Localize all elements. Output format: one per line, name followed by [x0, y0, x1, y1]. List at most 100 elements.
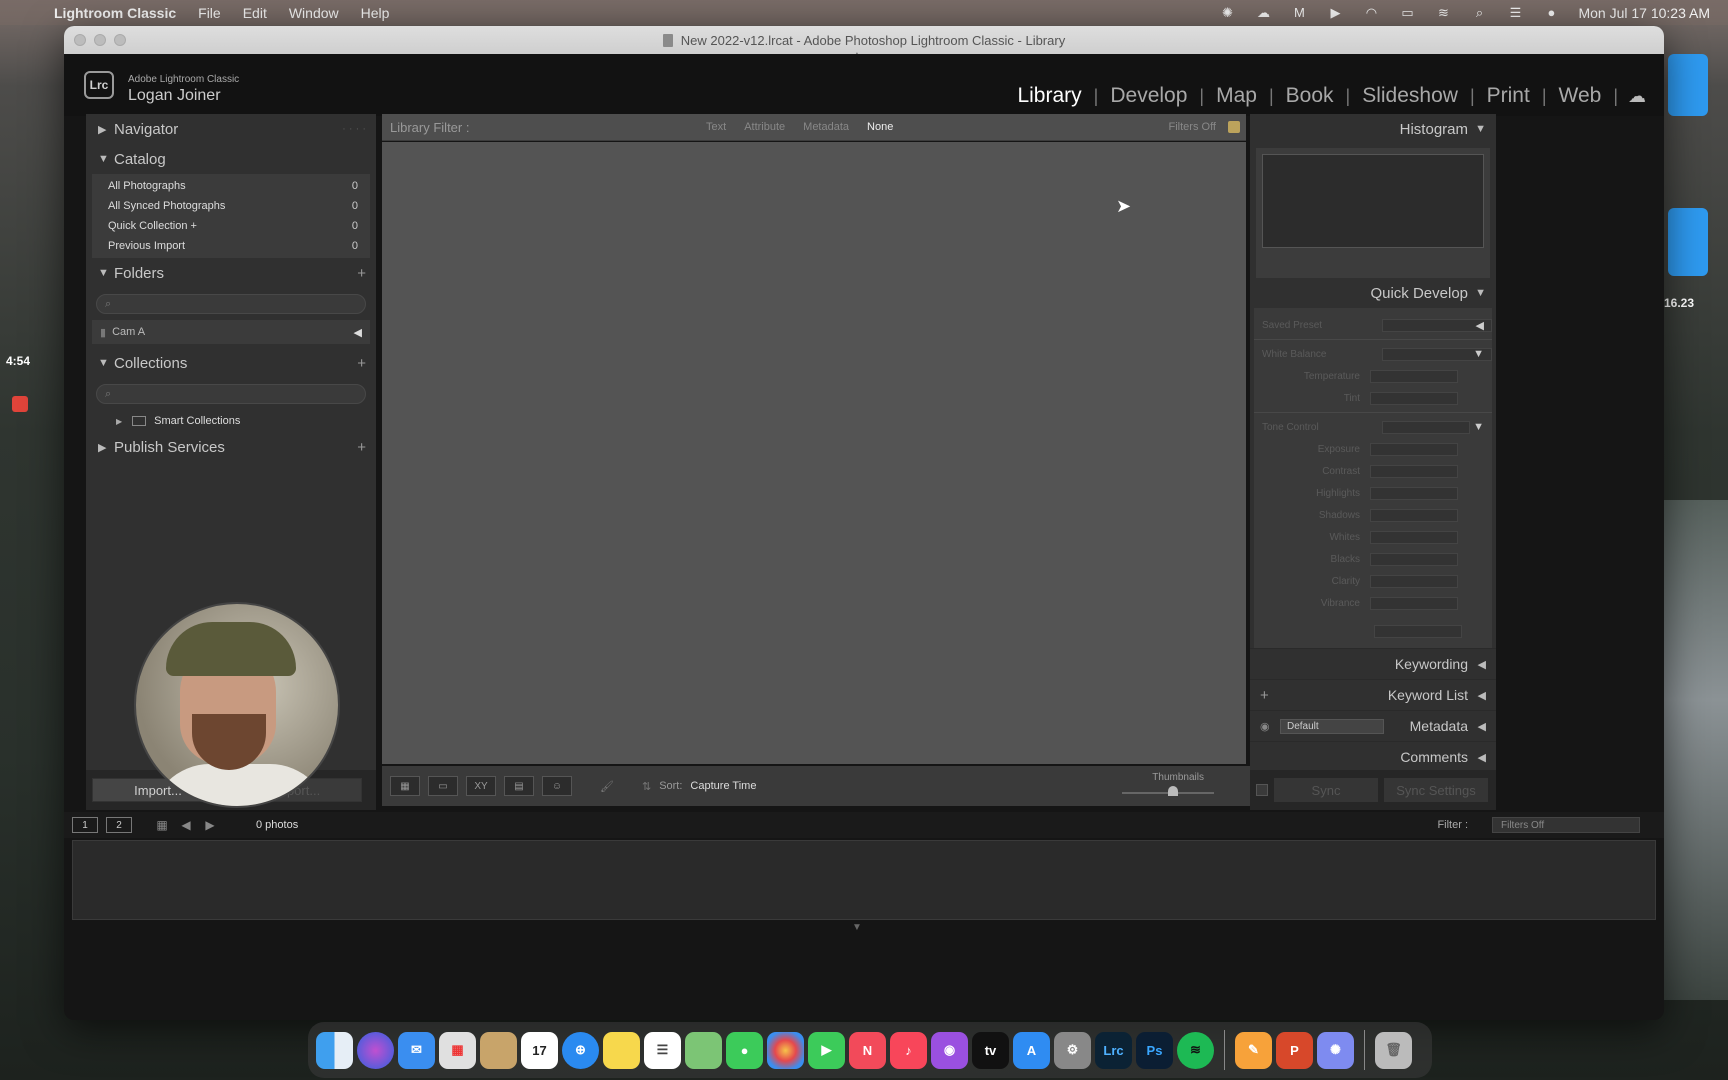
- desktop-folder-icon[interactable]: [1668, 208, 1708, 276]
- podcasts-icon[interactable]: ◉: [931, 1031, 968, 1069]
- catalog-header[interactable]: ▼ Catalog: [86, 144, 376, 174]
- collections-header[interactable]: ▼ Collections +: [86, 348, 376, 378]
- sunburst-app-icon[interactable]: ✺: [1317, 1031, 1354, 1069]
- lightroom-icon[interactable]: Lrc: [1095, 1031, 1132, 1069]
- catalog-row[interactable]: All Photographs 0: [92, 176, 370, 196]
- exposure-stepper[interactable]: [1370, 442, 1458, 456]
- metadata-header[interactable]: ◉ Default Metadata ◀: [1250, 710, 1496, 741]
- navigator-header[interactable]: ▶ Navigator · · · ·: [86, 114, 376, 144]
- contacts-icon[interactable]: [480, 1031, 517, 1069]
- siri-icon[interactable]: [357, 1031, 394, 1069]
- module-web[interactable]: Web: [1547, 84, 1614, 108]
- brightness-icon[interactable]: ✺: [1218, 5, 1236, 21]
- wifi-icon[interactable]: ≋: [1434, 5, 1452, 21]
- filmstrip[interactable]: [72, 840, 1656, 920]
- photoshop-icon[interactable]: Ps: [1136, 1031, 1173, 1069]
- temperature-stepper[interactable]: [1370, 369, 1458, 383]
- bottom-panel-toggle-icon[interactable]: ▼: [852, 922, 862, 933]
- contrast-stepper[interactable]: [1370, 464, 1458, 478]
- keyword-list-header[interactable]: + Keyword List ◀: [1250, 679, 1496, 710]
- spotify-icon[interactable]: ≋: [1177, 1031, 1214, 1069]
- sort-select[interactable]: Capture Time: [690, 780, 756, 792]
- add-keyword-icon[interactable]: +: [1260, 687, 1269, 704]
- filter-text[interactable]: Text: [706, 121, 726, 133]
- smart-collections-row[interactable]: ▶ Smart Collections: [86, 410, 376, 432]
- module-develop[interactable]: Develop: [1098, 84, 1199, 108]
- blacks-stepper[interactable]: [1370, 552, 1458, 566]
- filter-none[interactable]: None: [867, 121, 893, 133]
- module-library[interactable]: Library: [1005, 84, 1093, 108]
- loupe-view-button[interactable]: ▭: [428, 776, 458, 796]
- record-indicator[interactable]: [12, 396, 28, 412]
- finder-icon[interactable]: [316, 1031, 353, 1069]
- maps-icon[interactable]: [685, 1031, 722, 1069]
- add-collection-icon[interactable]: +: [357, 355, 366, 372]
- publish-services-header[interactable]: ▶ Publish Services +: [86, 432, 376, 462]
- folders-header[interactable]: ▼ Folders +: [86, 258, 376, 288]
- menu-edit[interactable]: Edit: [243, 5, 267, 21]
- appletv-icon[interactable]: tv: [972, 1031, 1009, 1069]
- battery-icon[interactable]: ▭: [1398, 5, 1416, 21]
- control-center-icon[interactable]: ☰: [1506, 5, 1524, 21]
- notes-icon[interactable]: [603, 1031, 640, 1069]
- menubar-clock[interactable]: Mon Jul 17 10:23 AM: [1578, 5, 1710, 21]
- malwarebytes-icon[interactable]: M: [1290, 5, 1308, 20]
- whites-stepper[interactable]: [1370, 530, 1458, 544]
- back-arrow-icon[interactable]: ◀: [178, 818, 194, 832]
- people-view-button[interactable]: ☺: [542, 776, 572, 796]
- desktop-folder-icon[interactable]: [1668, 54, 1708, 116]
- headphones-icon[interactable]: ◠: [1362, 5, 1380, 21]
- keywording-header[interactable]: Keywording ◀: [1250, 648, 1496, 679]
- menu-file[interactable]: File: [198, 5, 221, 21]
- cloud-sync-icon[interactable]: ☁: [1254, 5, 1272, 21]
- safari-icon[interactable]: ⊕: [562, 1031, 599, 1069]
- minimize-button[interactable]: [94, 34, 106, 46]
- messages-icon[interactable]: ●: [726, 1031, 763, 1069]
- app-store-icon[interactable]: A: [1013, 1031, 1050, 1069]
- folder-search-input[interactable]: ⌕: [96, 294, 366, 314]
- histogram-header[interactable]: Histogram ▼: [1250, 114, 1496, 144]
- siri-icon[interactable]: ●: [1542, 5, 1560, 20]
- grid-view-button[interactable]: ▦: [390, 776, 420, 796]
- sync-button[interactable]: Sync: [1274, 778, 1378, 802]
- spray-can-icon[interactable]: 🖌: [600, 780, 614, 793]
- catalog-row[interactable]: All Synced Photographs 0: [92, 196, 370, 216]
- highlights-stepper[interactable]: [1370, 486, 1458, 500]
- module-print[interactable]: Print: [1475, 84, 1542, 108]
- grid-icon[interactable]: ▦: [154, 818, 170, 832]
- collection-search-input[interactable]: ⌕: [96, 384, 366, 404]
- menu-app-name[interactable]: Lightroom Classic: [54, 5, 176, 21]
- tint-stepper[interactable]: [1370, 391, 1458, 405]
- eye-icon[interactable]: ◉: [1260, 720, 1270, 733]
- quick-develop-header[interactable]: Quick Develop ▼: [1250, 278, 1496, 308]
- second-window-button[interactable]: 2: [106, 817, 132, 833]
- folder-volume[interactable]: ▮ Cam A ◀: [92, 320, 370, 344]
- compare-view-button[interactable]: XY: [466, 776, 496, 796]
- auto-sync-toggle[interactable]: [1256, 784, 1268, 796]
- system-settings-icon[interactable]: ⚙: [1054, 1031, 1091, 1069]
- vibrance-stepper[interactable]: [1370, 596, 1458, 610]
- comments-header[interactable]: Comments ◀: [1250, 741, 1496, 772]
- search-icon[interactable]: ⌕: [1470, 5, 1488, 21]
- module-slideshow[interactable]: Slideshow: [1350, 84, 1470, 108]
- filter-preset[interactable]: Filters Off: [1169, 121, 1216, 133]
- cloud-icon[interactable]: ☁: [1628, 86, 1646, 107]
- filter-metadata[interactable]: Metadata: [803, 121, 849, 133]
- powerpoint-icon[interactable]: P: [1276, 1031, 1313, 1069]
- add-publish-icon[interactable]: +: [357, 439, 366, 456]
- catalog-row[interactable]: Previous Import 0: [92, 236, 370, 256]
- facetime-icon[interactable]: ▶: [808, 1031, 845, 1069]
- news-icon[interactable]: N: [849, 1031, 886, 1069]
- forward-arrow-icon[interactable]: ▶: [202, 818, 218, 832]
- photos-icon[interactable]: [767, 1031, 804, 1069]
- main-window-button[interactable]: 1: [72, 817, 98, 833]
- add-folder-icon[interactable]: +: [357, 265, 366, 282]
- play-icon[interactable]: ▶: [1326, 5, 1344, 21]
- clarity-stepper[interactable]: [1370, 574, 1458, 588]
- sync-settings-button[interactable]: Sync Settings: [1384, 778, 1488, 802]
- music-icon[interactable]: ♪: [890, 1031, 927, 1069]
- grid-view[interactable]: [382, 142, 1246, 764]
- reset-all-button[interactable]: [1374, 624, 1462, 638]
- mail-icon[interactable]: ✉: [398, 1031, 435, 1069]
- module-map[interactable]: Map: [1204, 84, 1269, 108]
